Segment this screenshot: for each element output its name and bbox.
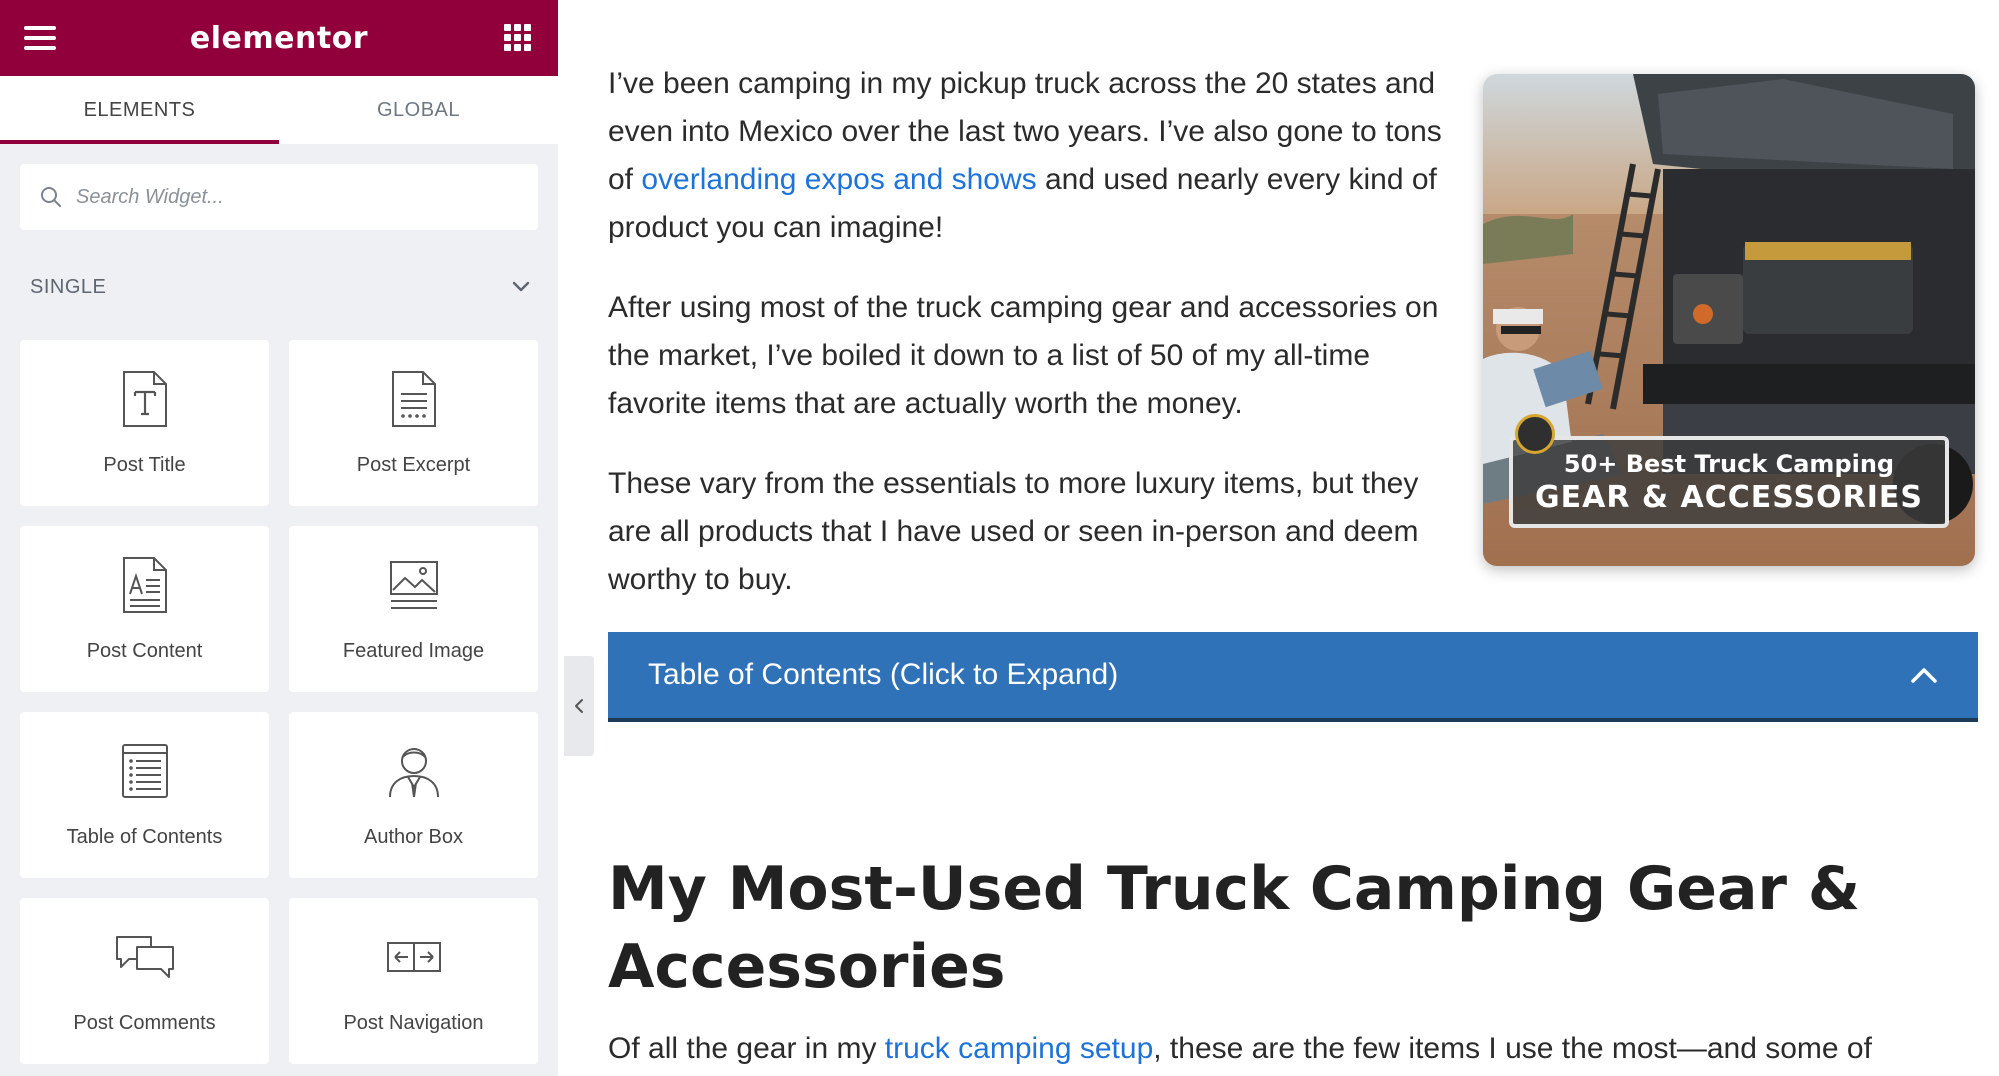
author-box-icon [388,748,439,798]
brand-logo: elementor [189,20,369,56]
widget-grid: Post Title Post Excerpt Post Content Fea… [20,340,538,1064]
widget-author-box[interactable]: Author Box [289,712,538,878]
widget-table-of-contents[interactable]: Table of Contents [20,712,269,878]
featured-image: 50+ Best Truck Camping GEAR & ACCESSORIE… [1483,74,1975,566]
gear-text-end: , these are the few items I use the most… [1153,1032,1872,1065]
post-title-icon [122,371,167,427]
widget-label: Post Content [86,640,203,662]
hero-caption-box: 50+ Best Truck Camping GEAR & ACCESSORIE… [1509,436,1949,528]
featured-image-icon [389,561,438,609]
hero-caption-line2: GEAR & ACCESSORIES [1535,480,1923,515]
search-icon [41,187,61,207]
search-box [20,164,538,230]
hero-caption-line1: 50+ Best Truck Camping [1563,450,1895,478]
widget-label: Post Excerpt [356,454,471,476]
widget-label: Table of Contents [66,826,223,848]
search-input[interactable] [76,185,496,209]
chevron-left-icon [575,699,583,713]
widgets-grid-icon[interactable] [504,24,532,52]
gear-intro-paragraph: Of all the gear in my truck camping setu… [608,1025,1999,1073]
tab-elements[interactable]: ELEMENTS [0,76,279,144]
widget-featured-image[interactable]: Featured Image [289,526,538,692]
panel-tabs: ELEMENTS GLOBAL [0,76,558,144]
section-title: SINGLE [30,275,107,298]
table-of-contents-icon [121,744,168,798]
widget-post-content[interactable]: Post Content [20,526,269,692]
elementor-panel: elementor ELEMENTS GLOBAL SINGLE [0,0,558,1076]
widget-post-comments[interactable]: Post Comments [20,898,269,1064]
second-paragraph: After using most of the truck camping ge… [608,291,1439,420]
widget-post-excerpt[interactable]: Post Excerpt [289,340,538,506]
tab-global[interactable]: GLOBAL [279,76,558,144]
widget-post-navigation[interactable]: Post Navigation [289,898,538,1064]
table-of-contents-toggle[interactable]: Table of Contents (Click to Expand) [608,632,1978,722]
page-preview: I’ve been camping in my pickup truck acr… [608,0,1999,1076]
panel-header: elementor [0,0,558,76]
post-excerpt-icon [391,371,436,427]
section-single-toggle[interactable]: SINGLE [30,272,530,302]
widget-label: Featured Image [342,640,485,662]
intro-paragraph: I’ve been camping in my pickup truck acr… [608,60,1458,252]
widget-label: Post Title [103,454,186,476]
widget-label: Author Box [364,826,463,848]
widget-post-title[interactable]: Post Title [20,340,269,506]
chevron-down-icon [512,281,530,292]
section-heading: My Most-Used Truck Camping Gear & Access… [608,854,1861,1002]
post-navigation-icon [386,942,441,972]
gear-text-start: Of all the gear in my [608,1032,885,1065]
collapse-panel-button[interactable] [564,656,594,756]
menu-icon[interactable] [22,24,58,52]
overlanding-expos-link[interactable]: overlanding expos and shows [641,163,1036,196]
compass-badge-icon [1515,414,1555,454]
third-paragraph: These vary from the essentials to more l… [608,467,1419,596]
post-content-icon [122,557,167,613]
post-comments-icon [115,936,174,978]
widget-label: Post Comments [73,1012,216,1034]
chevron-up-icon [1911,668,1937,683]
widget-label: Post Navigation [343,1012,484,1034]
truck-camping-setup-link[interactable]: truck camping setup [885,1032,1153,1065]
toc-label: Table of Contents (Click to Expand) [648,658,1119,691]
